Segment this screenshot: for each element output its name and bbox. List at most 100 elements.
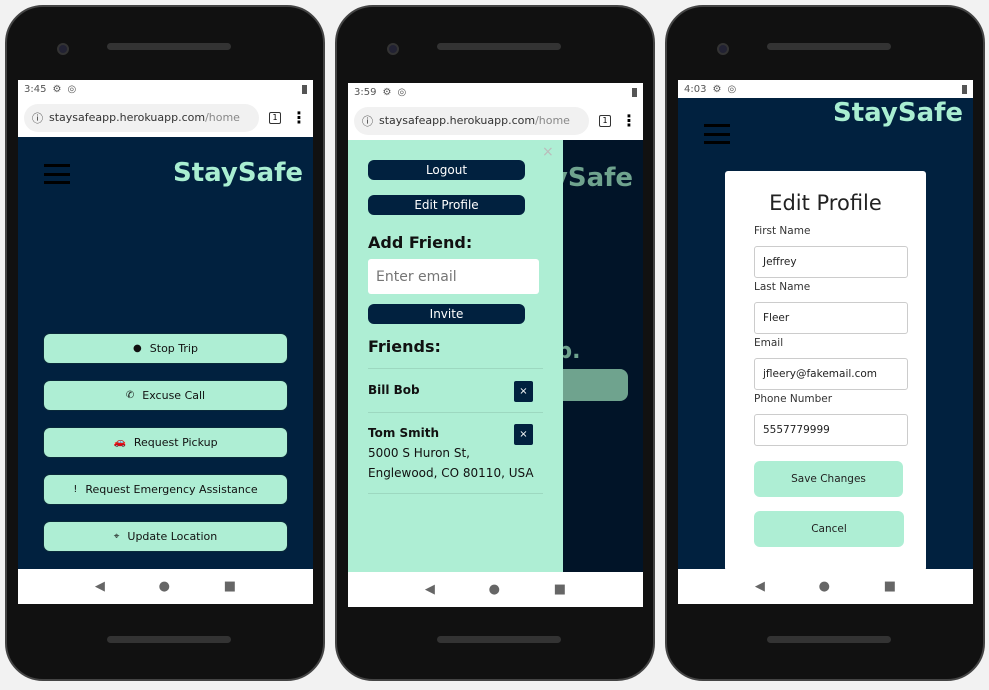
- clock: 3:45: [24, 83, 47, 95]
- sync-icon: ◎: [727, 83, 737, 95]
- add-friend-heading: Add Friend:: [368, 233, 473, 252]
- action-button[interactable]: ✆ Excuse Call: [43, 380, 288, 411]
- action-label: Excuse Call: [142, 389, 206, 402]
- stop-icon: ●: [133, 343, 142, 354]
- status-bar: 4:03 ⚙ ◎: [678, 80, 973, 98]
- more-menu-icon[interactable]: ⋮: [291, 108, 307, 127]
- profile-field-input[interactable]: 5557779999: [754, 414, 908, 446]
- action-label: Request Pickup: [133, 436, 218, 449]
- battery-icon: [962, 84, 967, 94]
- url-bar[interactable]: ⓘ staysafeapp.herokuapp.com/home: [24, 103, 259, 132]
- battery-icon: [302, 84, 307, 94]
- phone-home: 3:45 ⚙ ◎ ⓘ staysafeapp.herokuapp.com/home 1…: [5, 5, 325, 681]
- profile-field-input[interactable]: Fleer: [754, 302, 908, 334]
- sync-icon: ◎: [67, 83, 77, 95]
- browser-toolbar: ⓘ staysafeapp.herokuapp.com/home 1 ⋮: [18, 98, 313, 137]
- android-nav-bar: ◀ ● ■: [18, 569, 313, 604]
- screen: 3:45 ⚙ ◎ ⓘ staysafeapp.herokuapp.com/home 1…: [18, 80, 313, 604]
- edit-profile-button[interactable]: Edit Profile: [368, 195, 525, 215]
- battery-icon: [632, 87, 637, 97]
- field-label: Last Name: [754, 281, 811, 293]
- recents-icon[interactable]: ■: [224, 579, 236, 594]
- clock: 3:59: [354, 86, 377, 98]
- car-icon: 🚗: [113, 437, 126, 448]
- speaker: [767, 636, 891, 643]
- logout-button[interactable]: Logout: [368, 160, 525, 180]
- back-icon[interactable]: ◀: [755, 579, 765, 594]
- email-input[interactable]: [368, 259, 539, 294]
- friends-heading: Friends:: [368, 337, 441, 356]
- phone-edit-profile: 4:03 ⚙ ◎ StaySafe Edit Profile First Name J…: [665, 5, 985, 681]
- close-icon[interactable]: ×: [542, 144, 554, 160]
- logo: StaySafe: [173, 158, 304, 188]
- home-icon[interactable]: ●: [159, 579, 170, 594]
- url-domain: staysafeapp.herokuapp.com: [379, 114, 536, 127]
- sync-icon: ◎: [397, 86, 407, 98]
- tabs-button[interactable]: 1: [269, 111, 281, 124]
- speaker: [107, 43, 231, 50]
- speaker: [437, 43, 561, 50]
- phone-menu: 3:59 ⚙ ◎ ⓘ staysafeapp.herokuapp.com/home 1…: [335, 5, 655, 681]
- alert-icon: !: [73, 484, 78, 495]
- field-label: First Name: [754, 225, 811, 237]
- side-drawer: × Logout Edit Profile Add Friend: Invite…: [348, 140, 563, 572]
- gear-icon: ⚙: [52, 83, 62, 95]
- invite-button[interactable]: Invite: [368, 304, 525, 324]
- more-menu-icon[interactable]: ⋮: [621, 111, 637, 130]
- recents-icon[interactable]: ■: [884, 579, 896, 594]
- url-bar[interactable]: ⓘ staysafeapp.herokuapp.com/home: [354, 106, 589, 135]
- remove-friend-button[interactable]: ×: [514, 424, 533, 445]
- friend-address: 5000 S Huron St, Englewood, CO 80110, US…: [368, 446, 534, 480]
- action-label: Stop Trip: [149, 342, 198, 355]
- profile-field-input[interactable]: Jeffrey: [754, 246, 908, 278]
- phone-icon: ✆: [125, 390, 135, 401]
- hamburger-menu-icon[interactable]: [704, 124, 730, 144]
- save-changes-button[interactable]: Save Changes: [754, 461, 903, 497]
- hamburger-menu-icon[interactable]: [44, 164, 70, 184]
- friend-item: Tom Smith 5000 S Huron St, Englewood, CO…: [368, 412, 543, 494]
- map-icon: ⌖: [113, 531, 120, 542]
- clock: 4:03: [684, 83, 707, 95]
- screen: 3:59 ⚙ ◎ ⓘ staysafeapp.herokuapp.com/home 1…: [348, 83, 643, 607]
- home-icon[interactable]: ●: [819, 579, 830, 594]
- home-icon[interactable]: ●: [489, 582, 500, 597]
- screen: 4:03 ⚙ ◎ StaySafe Edit Profile First Name J…: [678, 80, 973, 604]
- field-label: Email: [754, 337, 784, 349]
- android-nav-bar: ◀ ● ■: [678, 569, 973, 604]
- edit-profile-form: Edit Profile First Name Jeffrey Last Name F…: [725, 171, 926, 571]
- profile-field-input[interactable]: jfleery@fakemail.com: [754, 358, 908, 390]
- field-label: Phone Number: [754, 393, 833, 405]
- friend-item: Bill Bob ×: [368, 368, 543, 412]
- tabs-button[interactable]: 1: [599, 114, 611, 127]
- action-button[interactable]: ● Stop Trip: [43, 333, 288, 364]
- cancel-button[interactable]: Cancel: [754, 511, 904, 547]
- form-title: Edit Profile: [769, 191, 882, 215]
- status-bar: 3:59 ⚙ ◎: [348, 83, 643, 101]
- android-nav-bar: ◀ ● ■: [348, 572, 643, 607]
- camera: [717, 43, 729, 55]
- speaker: [107, 636, 231, 643]
- browser-toolbar: ⓘ staysafeapp.herokuapp.com/home 1 ⋮: [348, 101, 643, 140]
- info-icon: ⓘ: [362, 114, 373, 128]
- action-label: Update Location: [127, 530, 218, 543]
- action-button[interactable]: ! Request Emergency Assistance: [43, 474, 288, 505]
- gear-icon: ⚙: [382, 86, 392, 98]
- status-bar: 3:45 ⚙ ◎: [18, 80, 313, 98]
- info-icon: ⓘ: [32, 111, 43, 125]
- camera: [387, 43, 399, 55]
- speaker: [437, 636, 561, 643]
- action-label: Request Emergency Assistance: [85, 483, 258, 496]
- camera: [57, 43, 69, 55]
- url-path: /home: [205, 111, 240, 124]
- url-path: /home: [535, 114, 570, 127]
- url-domain: staysafeapp.herokuapp.com: [49, 111, 206, 124]
- logo: StaySafe: [833, 98, 964, 128]
- recents-icon[interactable]: ■: [554, 582, 566, 597]
- speaker: [767, 43, 891, 50]
- back-icon[interactable]: ◀: [425, 582, 435, 597]
- remove-friend-button[interactable]: ×: [514, 381, 533, 402]
- gear-icon: ⚙: [712, 83, 722, 95]
- action-button[interactable]: ⌖ Update Location: [43, 521, 288, 552]
- back-icon[interactable]: ◀: [95, 579, 105, 594]
- action-button[interactable]: 🚗 Request Pickup: [43, 427, 288, 458]
